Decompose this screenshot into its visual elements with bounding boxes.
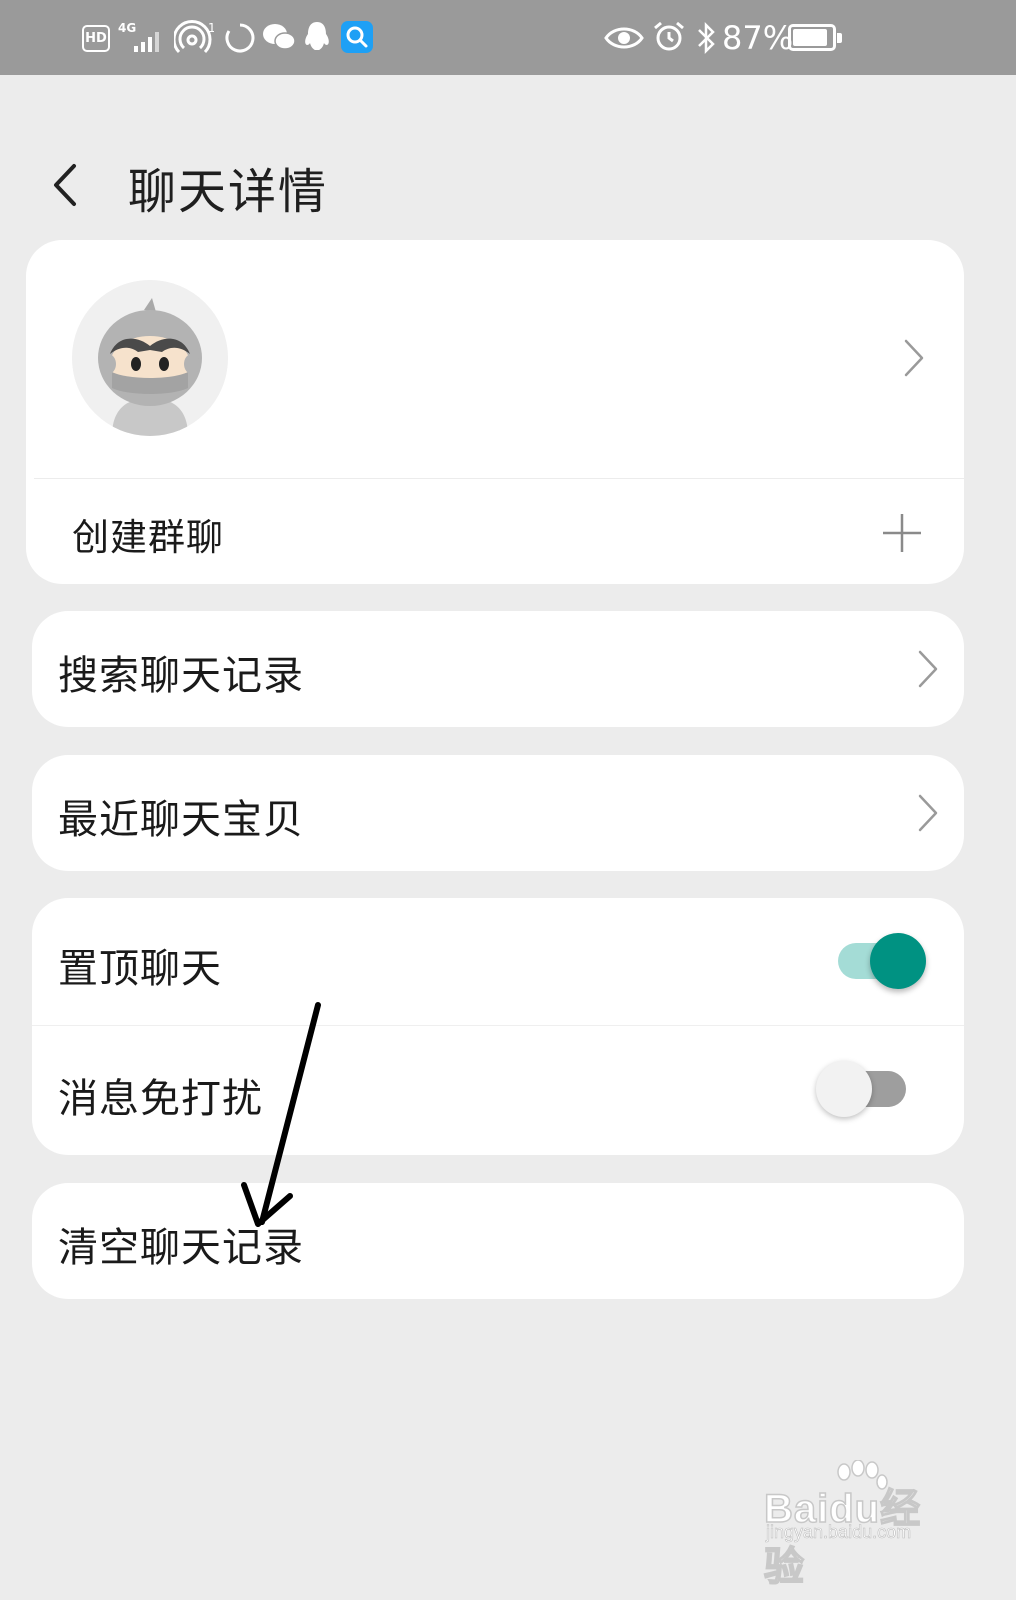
loading-icon [225,23,255,53]
do-not-disturb-label: 消息免打扰 [58,1076,263,1122]
page-title: 聊天详情 [128,164,329,220]
do-not-disturb-row: 消息免打扰 [32,1026,964,1155]
clear-history-label: 清空聊天记录 [58,1225,304,1271]
battery-percent: 87% [722,18,794,57]
do-not-disturb-toggle[interactable] [816,1060,908,1118]
create-group-row[interactable]: 创建群聊 [26,479,964,584]
signal-icon [134,30,159,52]
pin-chat-label: 置顶聊天 [58,946,222,992]
search-history-row[interactable]: 搜索聊天记录 [32,611,964,727]
profile-card: 创建群聊 [26,240,964,584]
search-history-label: 搜索聊天记录 [58,653,304,699]
add-icon [883,514,921,552]
chevron-right-icon [918,650,938,688]
contact-profile-row[interactable] [26,240,964,478]
chevron-left-icon [54,164,76,206]
baidu-watermark: Baidu经验 jingyan.baidu.com [763,1460,954,1590]
chevron-right-icon [918,794,938,832]
recent-items-label: 最近聊天宝贝 [58,797,304,843]
status-bar: HD 4G 1 87% [0,0,1016,75]
watermark-url: jingyan.baidu.com [766,1522,912,1543]
recent-items-row[interactable]: 最近聊天宝贝 [32,755,964,871]
eye-icon [604,27,644,49]
clear-history-row[interactable]: 清空聊天记录 [32,1183,964,1299]
hotspot-icon: 1 [174,20,214,54]
pin-chat-row: 置顶聊天 [32,898,964,1025]
qq-icon [305,22,329,50]
alarm-icon [654,21,684,51]
bluetooth-icon [698,21,715,55]
hd-icon: HD [82,25,110,52]
search-app-icon [341,21,373,53]
wechat-icon [263,24,296,50]
svg-text:1: 1 [208,21,214,35]
create-group-label: 创建群聊 [72,516,224,559]
avatar [72,280,228,436]
battery-icon [788,24,842,51]
back-button[interactable] [40,160,90,210]
pin-chat-toggle[interactable] [838,932,928,990]
settings-toggle-card: 置顶聊天 消息免打扰 [32,898,964,1155]
top-bar: 聊天详情 [0,120,1016,250]
chevron-right-icon [904,339,924,377]
